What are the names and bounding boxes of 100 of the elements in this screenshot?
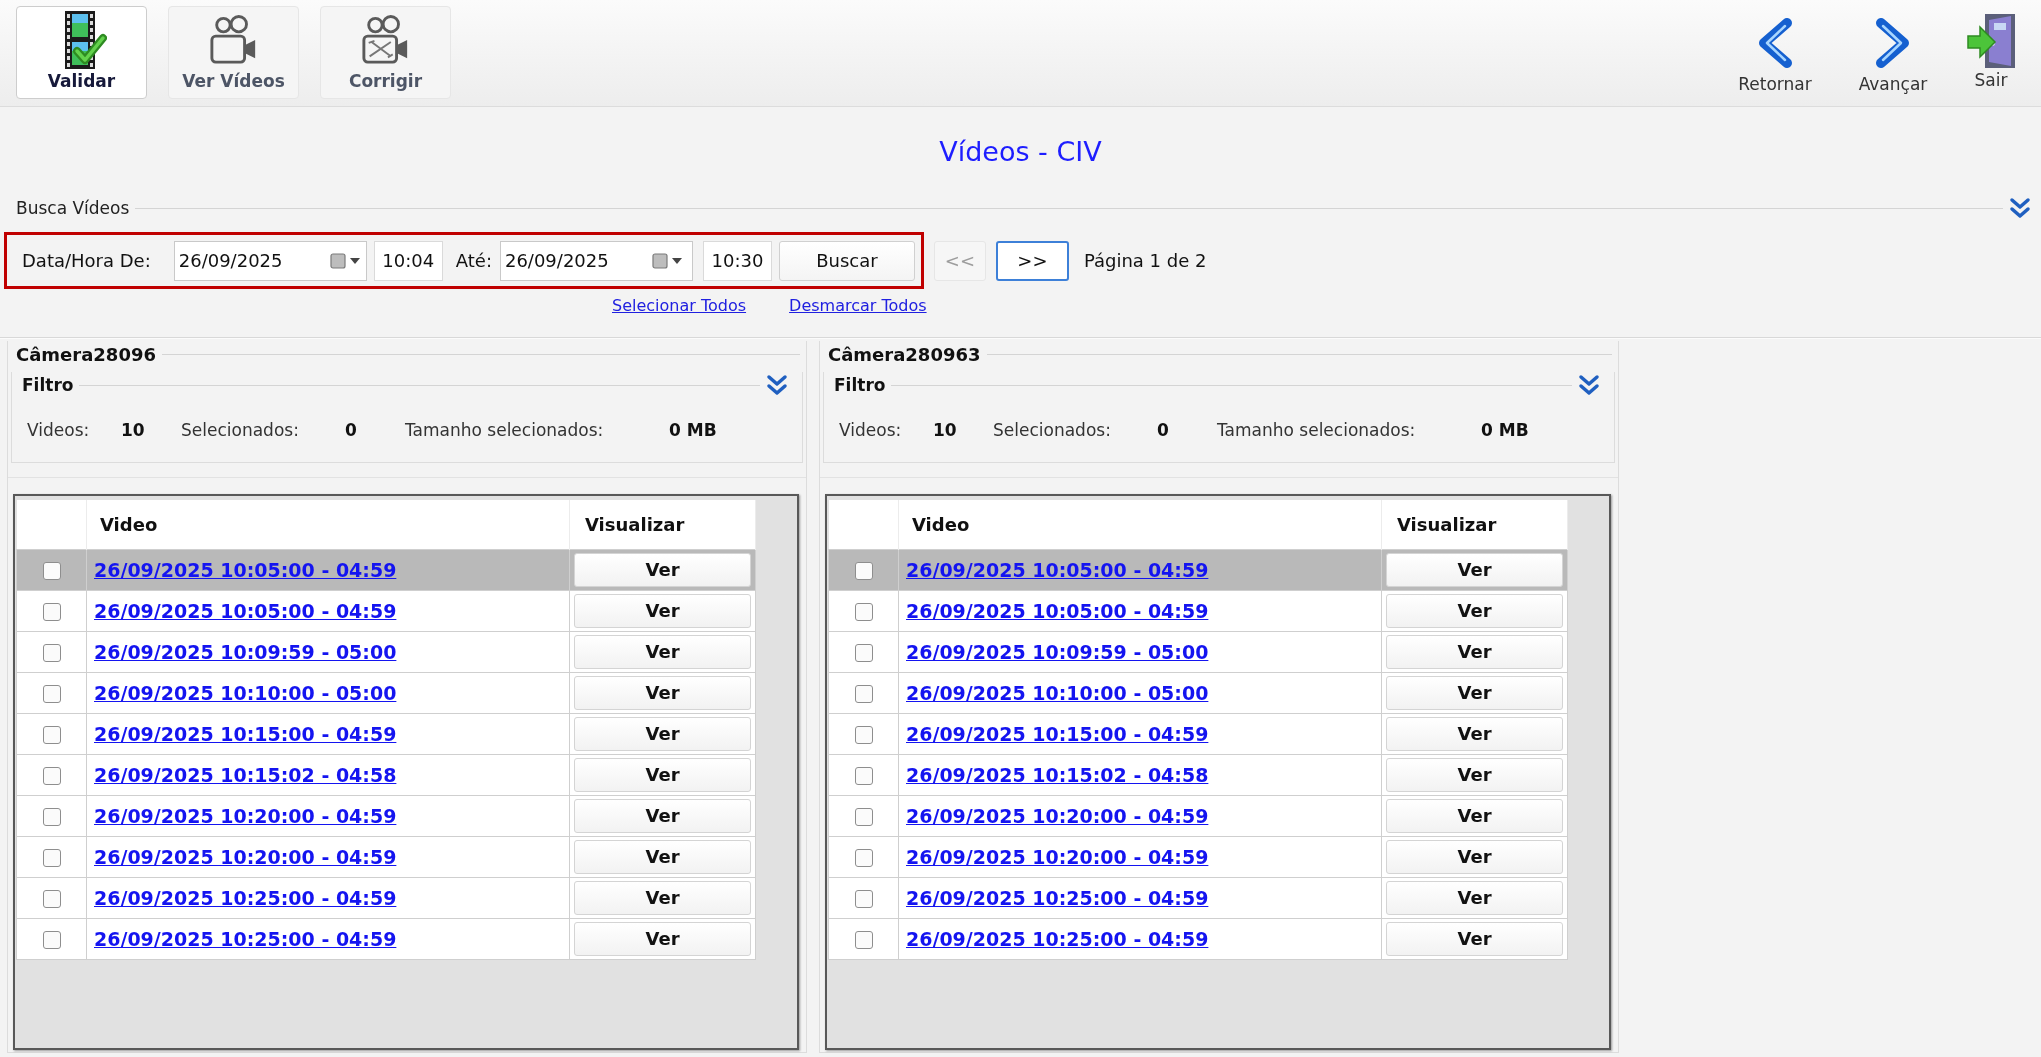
checkbox[interactable] <box>42 807 61 826</box>
toolbar-button[interactable]: Validar <box>16 6 147 99</box>
toolbar-button[interactable]: Avançar <box>1843 6 1943 101</box>
checkbox[interactable] <box>854 930 873 949</box>
checkbox[interactable] <box>854 889 873 908</box>
checkbox[interactable] <box>42 889 61 908</box>
table-row[interactable]: 26/09/2025 10:10:00 - 05:00 Ver <box>16 672 756 713</box>
table-row[interactable]: 26/09/2025 10:05:00 - 04:59 Ver <box>828 590 1568 631</box>
date-field[interactable]: 26/09/2025 <box>499 240 693 281</box>
view-button[interactable]: Ver <box>1386 880 1563 915</box>
view-button[interactable]: Ver <box>574 757 751 792</box>
view-button[interactable]: Ver <box>1386 839 1563 874</box>
stat-label: Videos: <box>27 420 91 440</box>
select-all-link[interactable]: Selecionar Todos <box>612 295 747 315</box>
toolbar-button[interactable]: Ver Vídeos <box>168 6 299 99</box>
view-button[interactable]: Ver <box>574 921 751 956</box>
table-row[interactable]: 26/09/2025 10:09:59 - 05:00 Ver <box>828 631 1568 672</box>
checkbox[interactable] <box>854 807 873 826</box>
view-button[interactable]: Ver <box>1386 921 1563 956</box>
view-button[interactable]: Ver <box>1386 593 1563 628</box>
exit-door-icon <box>1967 14 2015 68</box>
checkbox[interactable] <box>42 643 61 662</box>
stat-label: Tamanho selecionados: <box>405 420 605 440</box>
table-row[interactable]: 26/09/2025 10:15:02 - 04:58 Ver <box>828 754 1568 795</box>
checkbox[interactable] <box>854 848 873 867</box>
table-row[interactable]: 26/09/2025 10:05:00 - 04:59 Ver <box>16 549 756 590</box>
view-button[interactable]: Ver <box>574 593 751 628</box>
double-chevron-down-icon[interactable] <box>2009 197 2031 219</box>
view-button[interactable]: Ver <box>1386 675 1563 710</box>
table-row[interactable]: 26/09/2025 10:20:00 - 04:59 Ver <box>828 836 1568 877</box>
view-button[interactable]: Ver <box>574 839 751 874</box>
checkbox[interactable] <box>42 684 61 703</box>
caret-down-icon[interactable] <box>671 257 682 264</box>
toolbar-button[interactable]: Retornar <box>1725 6 1825 101</box>
stat-value: 0 MB <box>669 420 718 440</box>
checkbox[interactable] <box>42 602 61 621</box>
checkbox[interactable] <box>854 561 873 580</box>
field-label: Até: <box>455 250 492 271</box>
checkbox[interactable] <box>854 725 873 744</box>
view-button[interactable]: Ver <box>1386 798 1563 833</box>
view-button[interactable]: Ver <box>1386 552 1563 587</box>
table-row[interactable]: 26/09/2025 10:20:00 - 04:59 Ver <box>16 836 756 877</box>
camera-name: Câmera28096 <box>16 343 156 365</box>
deselect-all-link[interactable]: Desmarcar Todos <box>789 295 927 315</box>
table-row[interactable]: 26/09/2025 10:15:00 - 04:59 Ver <box>828 713 1568 754</box>
field-label: Data/Hora De: <box>22 250 151 271</box>
view-button[interactable]: Ver <box>574 798 751 833</box>
view-button[interactable]: Ver <box>574 880 751 915</box>
column-header: Video <box>86 500 570 549</box>
table-row[interactable]: 26/09/2025 10:05:00 - 04:59 Ver <box>16 590 756 631</box>
view-button[interactable]: Ver <box>1386 757 1563 792</box>
stat-label: Tamanho selecionados: <box>1217 420 1417 440</box>
table-row[interactable]: 26/09/2025 10:15:02 - 04:58 Ver <box>16 754 756 795</box>
stat-value: 0 <box>1157 420 1170 440</box>
table-row[interactable]: 26/09/2025 10:20:00 - 04:59 Ver <box>828 795 1568 836</box>
stat-value: 0 MB <box>1481 420 1530 440</box>
view-button[interactable]: Ver <box>574 716 751 751</box>
page-info: Página 1 de 2 <box>1083 250 1207 271</box>
stat-label: Selecionados: <box>993 420 1112 440</box>
table-row[interactable]: 26/09/2025 10:25:00 - 04:59 Ver <box>16 877 756 918</box>
table-row[interactable]: 26/09/2025 10:25:00 - 04:59 Ver <box>828 877 1568 918</box>
table-row[interactable]: 26/09/2025 10:09:59 - 05:00 Ver <box>16 631 756 672</box>
view-button[interactable]: Ver <box>1386 634 1563 669</box>
group-label: Filtro <box>834 375 886 395</box>
checkbox[interactable] <box>854 684 873 703</box>
double-chevron-down-icon[interactable] <box>766 374 788 396</box>
search-button[interactable]: Buscar <box>778 240 915 281</box>
toolbar-button[interactable]: Sair <box>1961 6 2021 101</box>
time-field[interactable]: 10:30 <box>702 240 772 281</box>
checkbox[interactable] <box>854 602 873 621</box>
stat-label: Selecionados: <box>181 420 300 440</box>
table-row[interactable]: 26/09/2025 10:15:00 - 04:59 Ver <box>16 713 756 754</box>
checkbox[interactable] <box>42 725 61 744</box>
view-button[interactable]: Ver <box>1386 716 1563 751</box>
table-row[interactable]: 26/09/2025 10:10:00 - 05:00 Ver <box>828 672 1568 713</box>
checkbox[interactable] <box>42 848 61 867</box>
view-button[interactable]: Ver <box>574 634 751 669</box>
view-button[interactable]: Ver <box>574 552 751 587</box>
checkbox[interactable] <box>42 766 61 785</box>
page-title: Vídeos - CIV <box>939 135 1102 169</box>
date-field[interactable]: 26/09/2025 <box>173 240 367 281</box>
double-chevron-down-icon[interactable] <box>1578 374 1600 396</box>
time-field[interactable]: 10:04 <box>373 240 443 281</box>
stat-value: 10 <box>933 420 958 440</box>
column-header: Visualizar <box>1381 500 1568 549</box>
checkbox[interactable] <box>42 930 61 949</box>
group-label: Filtro <box>22 375 74 395</box>
stat-label: Videos: <box>839 420 903 440</box>
table-row[interactable]: 26/09/2025 10:05:00 - 04:59 Ver <box>828 549 1568 590</box>
next-page-button[interactable]: >> <box>995 240 1069 281</box>
table-row[interactable]: 26/09/2025 10:25:00 - 04:59 Ver <box>16 918 756 959</box>
toolbar-button[interactable]: Corrigir <box>320 6 451 99</box>
table-row[interactable]: 26/09/2025 10:20:00 - 04:59 Ver <box>16 795 756 836</box>
checkbox[interactable] <box>42 561 61 580</box>
checkbox[interactable] <box>854 643 873 662</box>
checkbox[interactable] <box>854 766 873 785</box>
table-row[interactable]: 26/09/2025 10:25:00 - 04:59 Ver <box>828 918 1568 959</box>
caret-down-icon[interactable] <box>349 257 360 264</box>
view-button[interactable]: Ver <box>574 675 751 710</box>
stat-value: 10 <box>121 420 146 440</box>
